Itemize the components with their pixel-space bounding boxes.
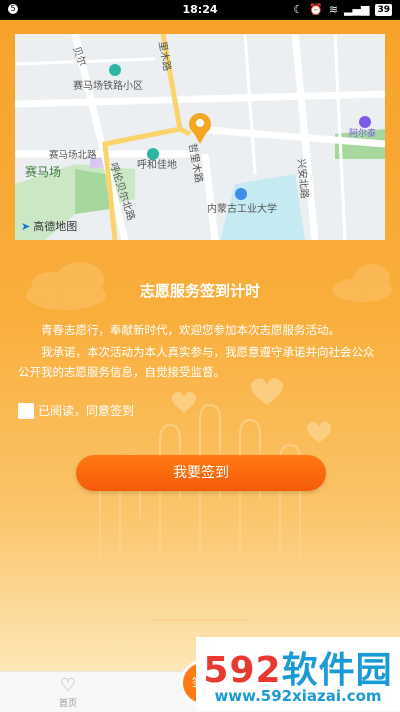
watermark-brand: 592软件园	[196, 641, 400, 693]
moon-icon: ☾	[293, 3, 304, 16]
hands-illustration	[99, 403, 321, 621]
map-logo: ➤ 高德地图	[21, 218, 77, 234]
school-icon	[235, 188, 247, 200]
heart-icons	[172, 378, 331, 443]
map-view[interactable]: 贝尔 里木路 赛马场铁路小区 赛马场北路 赛马场 呼和佳地 哲里木路 呼伦贝尔北…	[15, 34, 385, 240]
heart-icon: ♡	[59, 675, 77, 696]
pledge-paragraph: 我承诺，本次活动为本人真实参与，我愿意遵守承诺并向社会公众公开我的志愿服务信息，…	[18, 345, 375, 379]
signal-icon: ▂▄▆	[344, 3, 370, 16]
location-pin-icon	[189, 113, 211, 144]
status-icons: ☾ ⏰ ≋ ▂▄▆ 39	[293, 3, 392, 16]
poi-icon-2	[147, 148, 159, 160]
wifi-icon: ≋	[328, 3, 339, 16]
map-label: 呼和佳地	[137, 158, 177, 171]
watermark-url: www.592xiazai.com	[214, 687, 382, 705]
map-label: 赛马场北路	[49, 149, 97, 161]
amap-arrow-icon: ➤	[21, 219, 31, 233]
poi-icon-3	[359, 116, 371, 128]
agree-checkbox[interactable]	[18, 402, 34, 419]
tab-home-label: 首页	[58, 699, 77, 709]
intro-paragraph: 青春志愿行，奉献新时代，欢迎您参加本次志愿服务活动。	[41, 323, 340, 337]
status-bar: 5 18:24 ☾ ⏰ ≋ ▂▄▆ 39	[0, 0, 400, 20]
tab-home[interactable]: ♡ 首页	[48, 675, 88, 710]
main-content: 贝尔 里木路 赛马场铁路小区 赛马场北路 赛马场 呼和佳地 哲里木路 呼伦贝尔北…	[0, 20, 400, 671]
watermark: 592软件园 www.592xiazai.com	[196, 637, 400, 711]
map-label: 贝尔	[70, 45, 89, 68]
poi-icon	[109, 64, 121, 76]
park-area-dark	[75, 169, 110, 214]
agree-label: 已阅读，同意签到	[38, 404, 135, 418]
map-canvas[interactable]: 贝尔 里木路 赛马场铁路小区 赛马场北路 赛马场 呼和佳地 哲里木路 呼伦贝尔北…	[15, 34, 385, 240]
battery-icon: 39	[375, 3, 392, 16]
alarm-icon: ⏰	[309, 3, 323, 16]
map-label: 赛马场铁路小区	[73, 79, 143, 92]
watermark-brand-num: 592	[203, 650, 282, 691]
page-title: 志愿服务签到计时	[139, 282, 260, 300]
map-label: 阿尔泰	[349, 127, 376, 139]
map-label: 内蒙古工业大学	[207, 202, 277, 215]
map-logo-text: 高德地图	[33, 220, 78, 233]
map-label: 里木路	[156, 40, 174, 72]
map-label: 赛马场	[25, 164, 61, 179]
agree-checkbox-row[interactable]: 已阅读，同意签到	[18, 402, 134, 419]
sign-in-button[interactable]: 我要签到	[76, 455, 326, 491]
watermark-brand-text: 软件园	[281, 650, 393, 691]
